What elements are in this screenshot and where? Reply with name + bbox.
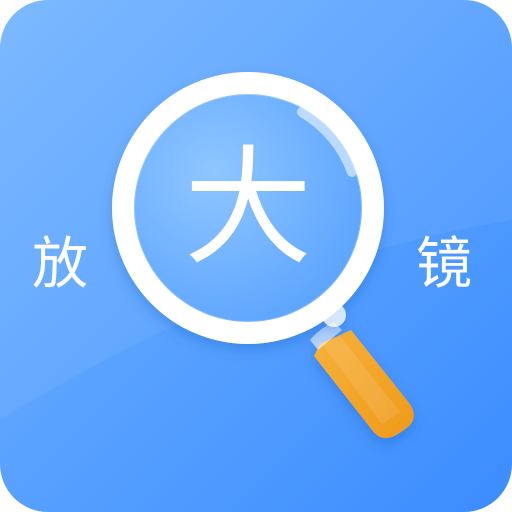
center-character: 大: [184, 134, 312, 283]
right-character: 镜: [416, 232, 472, 297]
magnifier-app-icon: 大 放 镜: [0, 0, 512, 512]
left-character: 放: [32, 232, 88, 297]
app-icon: 大 放 镜: [0, 0, 512, 512]
